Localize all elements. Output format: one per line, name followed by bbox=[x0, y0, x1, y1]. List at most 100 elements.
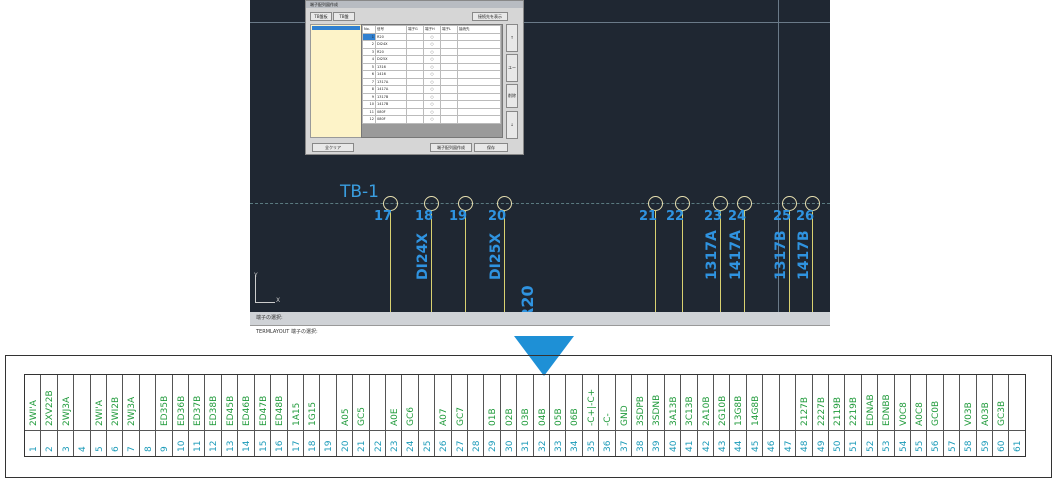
signal-cell[interactable]: 080F bbox=[375, 115, 407, 124]
terminal-h-cell[interactable]: ○ bbox=[423, 40, 441, 49]
terminal-h-cell[interactable]: ○ bbox=[423, 47, 441, 56]
terminal-l-cell[interactable] bbox=[440, 40, 458, 49]
signal-cell[interactable]: DI25X bbox=[375, 55, 407, 64]
terminal-h-cell[interactable]: ○ bbox=[423, 70, 441, 79]
terminal-column: 57 bbox=[942, 375, 960, 456]
terminal-l-cell[interactable] bbox=[440, 32, 458, 41]
create-layout-button[interactable]: 端子配列図作成 bbox=[430, 143, 472, 152]
signal-cell[interactable]: R20 bbox=[375, 32, 407, 41]
destination-cell[interactable] bbox=[457, 77, 501, 86]
row-number: 9 bbox=[362, 92, 376, 101]
terminal-g-cell[interactable] bbox=[406, 100, 424, 109]
command-input[interactable]: TERMLAYOUT 端子の選択: bbox=[250, 325, 830, 336]
terminal-h-cell[interactable]: ○ bbox=[423, 77, 441, 86]
grid-row[interactable]: 1 R20 ○ bbox=[362, 32, 501, 41]
terminal-g-cell[interactable] bbox=[406, 85, 424, 94]
terminal-column: ED37B 11 bbox=[188, 375, 205, 456]
terminal-l-cell[interactable] bbox=[440, 92, 458, 101]
command-line[interactable]: 端子の選択: TERMLAYOUT 端子の選択: bbox=[250, 312, 830, 336]
grid-row[interactable]: 12 080F ○ bbox=[362, 115, 501, 124]
show-destination-button[interactable]: 接続先を表示 bbox=[472, 12, 508, 21]
move-down-button[interactable]: ↓ bbox=[506, 111, 518, 139]
terminal-l-cell[interactable] bbox=[440, 55, 458, 64]
grid-row[interactable]: 3 R20 ○ bbox=[362, 47, 501, 56]
terminal-l-cell[interactable] bbox=[440, 70, 458, 79]
signal-cell[interactable]: 1316 bbox=[375, 62, 407, 71]
signal-cell[interactable]: R20 bbox=[375, 47, 407, 56]
grid-row[interactable]: 4 DI25X ○ bbox=[362, 55, 501, 64]
panel-list[interactable] bbox=[310, 24, 362, 138]
terminal-g-cell[interactable] bbox=[406, 77, 424, 86]
terminal-g-cell[interactable] bbox=[406, 62, 424, 71]
signal-cell[interactable]: 1317A bbox=[375, 77, 407, 86]
destination-cell[interactable] bbox=[457, 62, 501, 71]
terminal-g-cell[interactable] bbox=[406, 40, 424, 49]
terminal-l-cell[interactable] bbox=[440, 85, 458, 94]
terminal-g-cell[interactable] bbox=[406, 92, 424, 101]
selected-list-item[interactable] bbox=[312, 26, 360, 30]
destination-cell[interactable] bbox=[457, 55, 501, 64]
grid-row[interactable]: 6 1416 ○ bbox=[362, 70, 501, 79]
terminal-h-cell[interactable]: ○ bbox=[423, 55, 441, 64]
signal-cell[interactable]: DI24X bbox=[375, 40, 407, 49]
grid-row[interactable]: 5 1316 ○ bbox=[362, 62, 501, 71]
grid-row[interactable]: 9 1317B ○ bbox=[362, 92, 501, 101]
terminal-h-cell[interactable]: ○ bbox=[423, 115, 441, 124]
signal-cell[interactable]: 1317B bbox=[375, 92, 407, 101]
destination-cell[interactable] bbox=[457, 70, 501, 79]
signal-cell[interactable]: 1416 bbox=[375, 70, 407, 79]
column-header[interactable]: 端子G bbox=[406, 25, 424, 34]
terminal-grid[interactable]: No. 信号 端子G 端子H 端子L 接続先 1 R20 ○ 2 DI24X ○ 3 R20 ○ 4 DI25X… bbox=[361, 24, 503, 138]
terminal-l-cell[interactable] bbox=[440, 47, 458, 56]
grid-row[interactable]: 11 080F ○ bbox=[362, 107, 501, 116]
column-header[interactable]: 信号 bbox=[375, 25, 407, 34]
terminal-h-cell[interactable]: ○ bbox=[423, 92, 441, 101]
save-button[interactable]: 保存 bbox=[474, 143, 508, 152]
column-header[interactable]: 端子H bbox=[423, 25, 441, 34]
terminal-l-cell[interactable] bbox=[440, 62, 458, 71]
terminal-g-cell[interactable] bbox=[406, 47, 424, 56]
terminal-l-cell[interactable] bbox=[440, 77, 458, 86]
destination-cell[interactable] bbox=[457, 85, 501, 94]
grid-row[interactable]: 10 1417B ○ bbox=[362, 100, 501, 109]
terminal-column: 61 bbox=[1008, 375, 1025, 456]
signal-cell[interactable]: 080F bbox=[375, 107, 407, 116]
terminal-h-cell[interactable]: ○ bbox=[423, 100, 441, 109]
terminal-column: 2WI2B 6 bbox=[106, 375, 123, 456]
destination-cell[interactable] bbox=[457, 107, 501, 116]
delete-button[interactable]: 削除 bbox=[506, 84, 518, 108]
cad-drawing-area[interactable]: TB-1 17 18 DI24X 19 20 DI25X 21 22 23 13… bbox=[250, 0, 830, 336]
grid-row[interactable]: 8 1417A ○ bbox=[362, 85, 501, 94]
terminal-l-cell[interactable] bbox=[440, 115, 458, 124]
column-header[interactable]: 端子L bbox=[440, 25, 458, 34]
column-header[interactable]: 接続先 bbox=[457, 25, 501, 34]
terminal-g-cell[interactable] bbox=[406, 107, 424, 116]
destination-cell[interactable] bbox=[457, 115, 501, 124]
column-header[interactable]: No. bbox=[362, 25, 376, 34]
signal-cell[interactable]: 1417B bbox=[375, 100, 407, 109]
terminal-g-cell[interactable] bbox=[406, 70, 424, 79]
terminal-l-cell[interactable] bbox=[440, 100, 458, 109]
destination-cell[interactable] bbox=[457, 40, 501, 49]
tab-tb-panel[interactable]: TB盤板 bbox=[310, 12, 332, 21]
terminal-l-cell[interactable] bbox=[440, 107, 458, 116]
terminal-h-cell[interactable]: ○ bbox=[423, 85, 441, 94]
terminal-number: 20 bbox=[488, 209, 507, 224]
terminal-h-cell[interactable]: ○ bbox=[423, 32, 441, 41]
grid-row[interactable]: 7 1317A ○ bbox=[362, 77, 501, 86]
terminal-g-cell[interactable] bbox=[406, 32, 424, 41]
destination-cell[interactable] bbox=[457, 32, 501, 41]
destination-cell[interactable] bbox=[457, 100, 501, 109]
terminal-g-cell[interactable] bbox=[406, 115, 424, 124]
terminal-h-cell[interactable]: ○ bbox=[423, 107, 441, 116]
move-up-button[interactable]: ↑ bbox=[506, 24, 518, 52]
user-button[interactable]: ユーザー bbox=[506, 54, 518, 96]
destination-cell[interactable] bbox=[457, 47, 501, 56]
terminal-g-cell[interactable] bbox=[406, 55, 424, 64]
clear-all-button[interactable]: 全クリア bbox=[312, 143, 354, 152]
signal-cell[interactable]: 1417A bbox=[375, 85, 407, 94]
terminal-h-cell[interactable]: ○ bbox=[423, 62, 441, 71]
destination-cell[interactable] bbox=[457, 92, 501, 101]
grid-row[interactable]: 2 DI24X ○ bbox=[362, 40, 501, 49]
tab-tb[interactable]: TB盤 bbox=[333, 12, 355, 21]
